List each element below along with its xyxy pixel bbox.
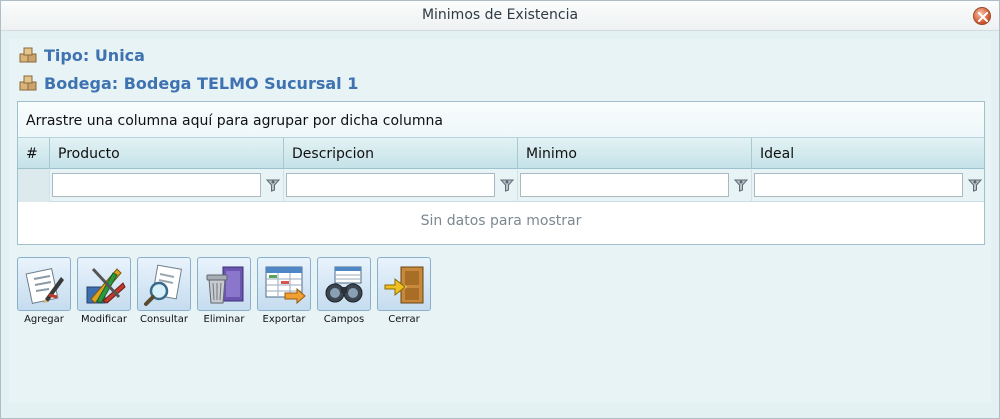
column-header-minimo[interactable]: Minimo (518, 138, 752, 169)
filter-icon[interactable] (968, 178, 982, 192)
campos-button[interactable]: Campos (317, 257, 373, 327)
edit-pencils-icon (86, 267, 126, 304)
filter-input-descripcion[interactable] (286, 173, 495, 197)
filter-cell-minimo (518, 169, 752, 202)
close-button[interactable] (973, 7, 991, 25)
consultar-label: Consultar (140, 314, 188, 325)
export-spreadsheet-icon (265, 266, 306, 305)
magnifier-document-icon (144, 264, 183, 306)
grid-header-row: # Producto Descripcion Minimo Ideal (18, 138, 984, 169)
group-by-panel[interactable]: Arrastre una columna aquí para agrupar p… (18, 102, 984, 138)
filter-input-minimo[interactable] (520, 173, 729, 197)
trash-can-icon (206, 266, 244, 304)
filter-cell-number (18, 169, 50, 202)
modificar-button[interactable]: Modificar (77, 257, 133, 327)
cerrar-button-frame[interactable] (377, 257, 431, 311)
data-grid: Arrastre una columna aquí para agrupar p… (17, 101, 985, 245)
agregar-label: Agregar (24, 314, 64, 325)
eliminar-button-frame[interactable] (197, 257, 251, 311)
filter-cell-producto (50, 169, 284, 202)
column-header-descripcion[interactable]: Descripcion (284, 138, 518, 169)
cerrar-button[interactable]: Cerrar (377, 257, 433, 327)
exit-door-icon (384, 266, 424, 304)
filter-input-ideal[interactable] (754, 173, 963, 197)
filter-input-producto[interactable] (52, 173, 261, 197)
column-header-number[interactable]: # (18, 138, 50, 169)
modificar-button-frame[interactable] (77, 257, 131, 311)
consultar-button[interactable]: Consultar (137, 257, 193, 327)
exportar-button[interactable]: Exportar (257, 257, 313, 327)
filter-cell-ideal (752, 169, 984, 202)
agregar-button[interactable]: Agregar (17, 257, 73, 327)
dialog-window: Minimos de Existencia Tipo: Unica Bodega… (0, 0, 1000, 419)
tipo-label: Tipo: Unica (44, 45, 145, 65)
window-title: Minimos de Existencia (421, 7, 579, 23)
filter-row (18, 169, 984, 202)
exportar-label: Exportar (262, 314, 306, 325)
close-icon (978, 12, 988, 22)
agregar-button-frame[interactable] (17, 257, 71, 311)
binoculars-icon (325, 266, 363, 303)
filter-cell-descripcion (284, 169, 518, 202)
cerrar-label: Cerrar (388, 314, 420, 325)
title-bar[interactable]: Minimos de Existencia (1, 1, 999, 31)
campos-button-frame[interactable] (317, 257, 371, 311)
column-header-producto[interactable]: Producto (50, 138, 284, 169)
tipo-line: Tipo: Unica (19, 45, 145, 65)
filter-icon[interactable] (500, 178, 514, 192)
empty-data-message: Sin datos para mostrar (420, 213, 582, 229)
filter-icon[interactable] (266, 178, 280, 192)
exportar-button-frame[interactable] (257, 257, 311, 311)
boxes-icon (19, 47, 37, 63)
filter-icon[interactable] (734, 178, 748, 192)
eliminar-button[interactable]: Eliminar (197, 257, 253, 327)
modificar-label: Modificar (81, 314, 127, 325)
boxes-icon (19, 75, 37, 91)
add-document-icon (25, 268, 64, 304)
dialog-content: Tipo: Unica Bodega: Bodega TELMO Sucursa… (9, 39, 991, 403)
column-header-ideal[interactable]: Ideal (752, 138, 984, 169)
campos-label: Campos (323, 314, 365, 325)
consultar-button-frame[interactable] (137, 257, 191, 311)
bodega-label: Bodega: Bodega TELMO Sucursal 1 (44, 73, 359, 93)
bodega-line: Bodega: Bodega TELMO Sucursal 1 (19, 73, 358, 93)
eliminar-label: Eliminar (203, 314, 245, 325)
